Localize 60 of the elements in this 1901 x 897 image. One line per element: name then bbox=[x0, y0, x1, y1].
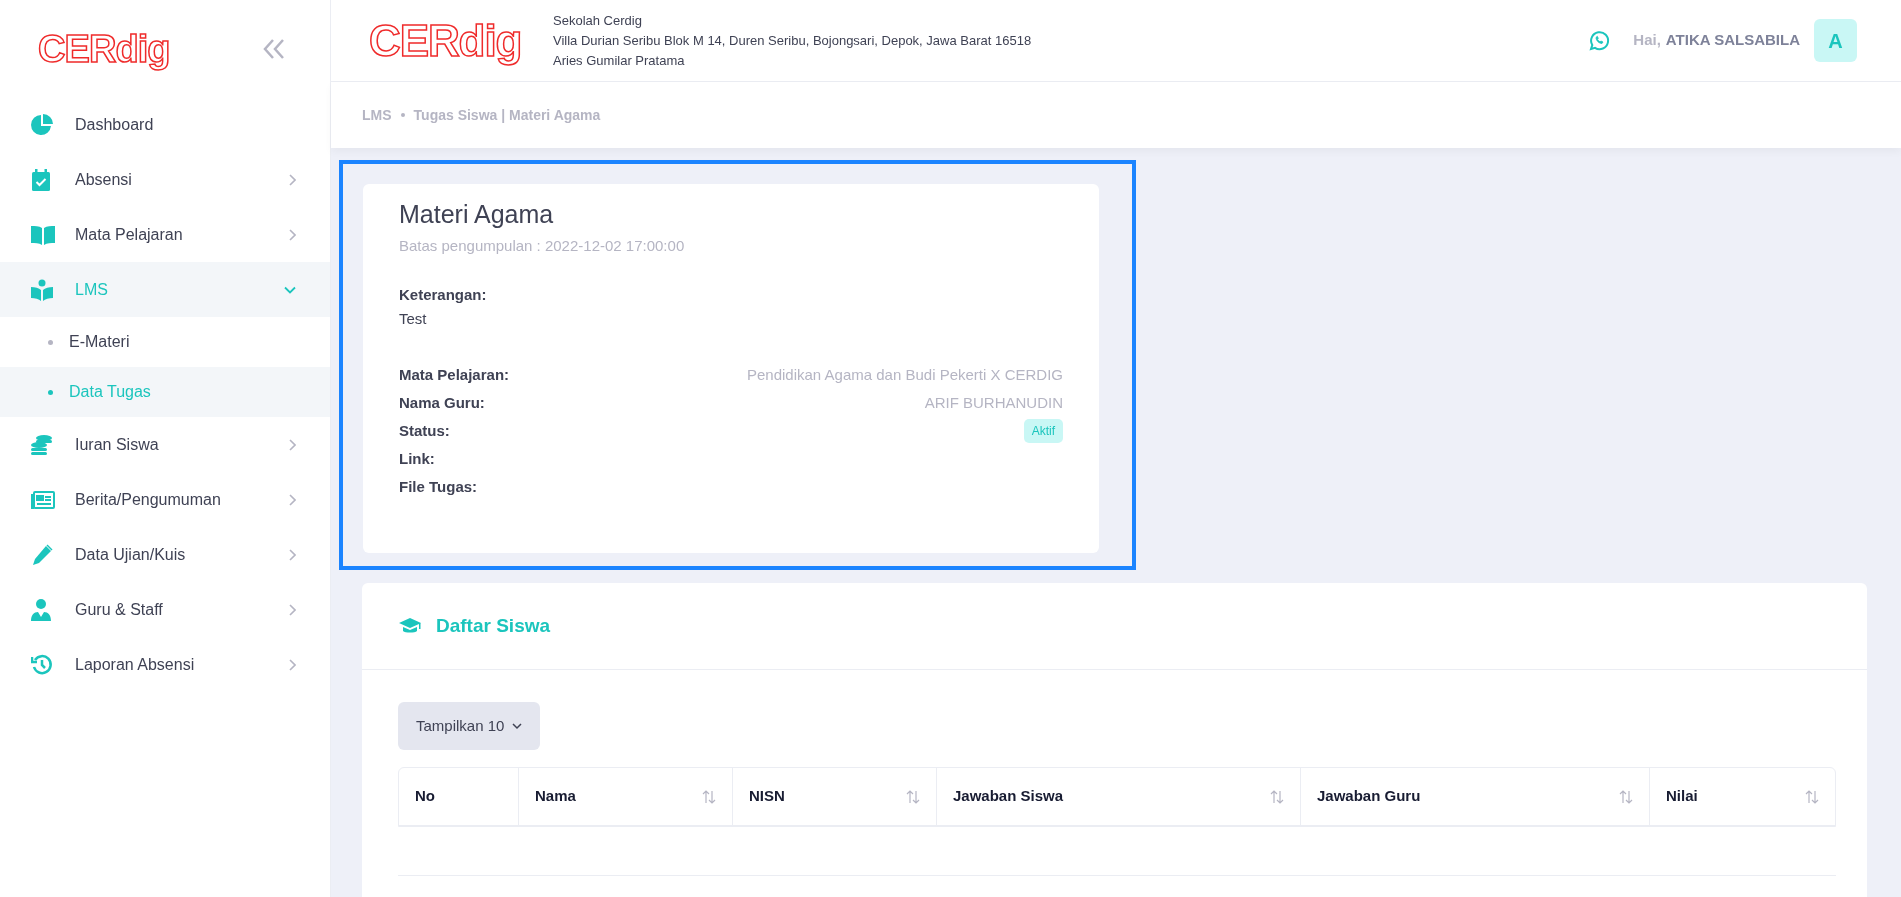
book-icon bbox=[31, 224, 55, 245]
sidebar-item[interactable]: Guru & Staff bbox=[0, 582, 330, 637]
sidebar-item[interactable]: Iuran Siswa bbox=[0, 417, 330, 472]
column-header[interactable]: Jawaban Siswa bbox=[936, 768, 1300, 825]
chevron-right-icon bbox=[288, 493, 296, 506]
chevron-right-icon bbox=[288, 173, 296, 186]
sidebar-item[interactable]: Mata Pelajaran bbox=[0, 207, 330, 262]
sort-icon bbox=[906, 789, 920, 804]
sidebar-item[interactable]: Dashboard bbox=[0, 97, 330, 152]
page-size-button[interactable]: Tampilkan 10 bbox=[398, 702, 541, 750]
coins-icon bbox=[31, 434, 53, 455]
reader-icon bbox=[31, 278, 53, 301]
school-info-text: Sekolah Cerdig bbox=[553, 11, 643, 30]
field-value: ARIF BURHANUDIN bbox=[924, 392, 1063, 413]
chevron-right-icon bbox=[288, 228, 296, 241]
collapse-icon[interactable] bbox=[262, 38, 286, 60]
field-label: Status: bbox=[399, 420, 450, 441]
whatsapp-icon[interactable] bbox=[1587, 28, 1612, 53]
field-label: Nama Guru: bbox=[399, 392, 485, 413]
status-badge: Aktif bbox=[1023, 419, 1063, 443]
deadline-text: Batas pengumpulan : 2022-12-02 17:00:00 bbox=[399, 236, 686, 256]
chevron-right-icon bbox=[288, 548, 296, 561]
field-label: File Tugas: bbox=[399, 476, 478, 497]
school-info-text: Villa Durian Seribu Blok M 14, Duren Seribu, Bojongsari, Depok, Jawa Barat 16518 bbox=[553, 31, 1032, 50]
sidebar-item[interactable]: Data Ujian/Kuis bbox=[0, 527, 330, 582]
user-name: ATIKA SALSABILA bbox=[1665, 30, 1800, 51]
chevron-right-icon bbox=[288, 658, 296, 671]
school-info-text: Aries Gumilar Pratama bbox=[553, 51, 686, 70]
pencil-icon bbox=[31, 543, 53, 566]
sidebar-item[interactable]: Laporan Absensi bbox=[0, 637, 330, 692]
task-title: Materi Agama bbox=[399, 199, 555, 230]
chevron-down-icon bbox=[284, 285, 296, 294]
graduation-cap-icon bbox=[398, 617, 422, 635]
field-value: Pendidikan Agama dan Budi Pekerti X CERDIG bbox=[747, 364, 1063, 385]
sort-icon bbox=[702, 789, 716, 804]
field-label: Link: bbox=[399, 448, 435, 469]
description-text: Test bbox=[399, 309, 428, 329]
field-label: Mata Pelajaran: bbox=[399, 364, 510, 385]
column-header[interactable]: Nilai bbox=[1649, 768, 1835, 825]
history-icon bbox=[31, 653, 53, 676]
chevron-right-icon bbox=[288, 603, 296, 616]
field-label: Keterangan: bbox=[399, 285, 488, 305]
sidebar-item[interactable]: Absensi bbox=[0, 152, 330, 207]
sort-icon bbox=[1805, 789, 1819, 804]
newspaper-icon bbox=[31, 490, 55, 509]
section-title: Daftar Siswa bbox=[436, 613, 551, 638]
chevron-right-icon bbox=[288, 438, 296, 451]
column-header: No bbox=[414, 786, 436, 807]
pie-chart-icon bbox=[31, 113, 53, 136]
column-header[interactable]: Nama bbox=[518, 768, 732, 825]
sort-icon bbox=[1270, 789, 1284, 804]
submenu-item[interactable]: E-Materi bbox=[0, 317, 330, 367]
calendar-check-icon bbox=[31, 168, 51, 191]
chevron-down-icon bbox=[512, 722, 523, 730]
column-header[interactable]: NISN bbox=[732, 768, 936, 825]
column-header[interactable]: Jawaban Guru bbox=[1300, 768, 1649, 825]
sidebar-item[interactable]: Berita/Pengumuman bbox=[0, 472, 330, 527]
sort-icon bbox=[1619, 789, 1633, 804]
greeting-text: Hai, bbox=[1633, 30, 1661, 51]
person-icon bbox=[31, 598, 51, 621]
